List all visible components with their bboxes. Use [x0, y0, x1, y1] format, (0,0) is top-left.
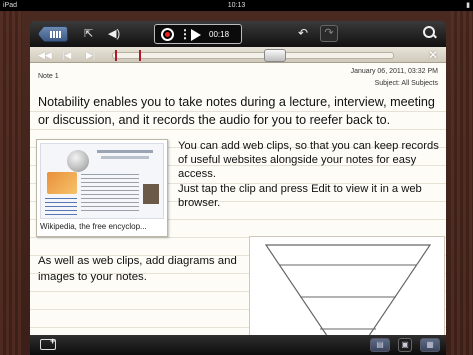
page-button[interactable]: ▣: [398, 338, 412, 352]
note-date: January 06, 2011, 03:32 PM: [350, 68, 438, 75]
status-bar: iPad 10:13 ▮: [0, 0, 473, 11]
page-grid-button[interactable]: ▦: [420, 338, 440, 352]
clip-sidebar-links: [45, 198, 77, 216]
clip-body-lines: [81, 174, 139, 214]
page-layout-button[interactable]: ▤: [370, 338, 390, 352]
scrub-end-marker: [139, 50, 141, 61]
web-clip-text-2: Just tap the clip and press Edit to view…: [178, 182, 422, 209]
diagram-triangle: [264, 244, 432, 335]
scrub-thumb[interactable]: [264, 49, 286, 62]
page-icon: ▣: [401, 340, 409, 349]
ruled-line: [30, 129, 446, 130]
play-icon[interactable]: [191, 29, 201, 41]
audio-scrubber: ◀◀ |◀ ▶| ✕: [30, 47, 446, 63]
scrub-start-marker: [115, 50, 117, 61]
search-icon[interactable]: [423, 26, 437, 40]
page-layout-icon: ▤: [376, 340, 384, 349]
note-title: Note 1: [38, 73, 59, 80]
clip-subheadline: [101, 156, 149, 159]
diagram-image[interactable]: [249, 236, 445, 335]
note-subject: Subject: All Subjects: [374, 80, 438, 87]
forward-icon[interactable]: ▶|: [86, 49, 95, 61]
clip-photo: [143, 184, 159, 204]
web-clip-description: You can add web clips, so that you can k…: [178, 139, 440, 210]
bottom-toolbar: ▤ ▣ ▦: [30, 335, 446, 355]
skip-back-icon[interactable]: ◀◀: [38, 49, 52, 61]
record-icon[interactable]: [161, 28, 174, 41]
diagram-description: As well as web clips, add diagrams and i…: [38, 255, 237, 283]
close-icon[interactable]: ✕: [428, 48, 438, 62]
vertical-dots-icon[interactable]: ⋮: [179, 26, 191, 42]
recording-controls: ⋮ 00:18: [154, 24, 242, 44]
web-clip-caption: Wikipedia, the free encyclop...: [40, 222, 147, 231]
top-toolbar: ⇱ ◀) ⋮ 00:18 ↶ ↷: [30, 21, 446, 47]
redo-icon[interactable]: ↷: [320, 25, 338, 42]
globe-logo-icon: [67, 150, 89, 172]
clip-banner: [47, 172, 77, 194]
notes-list-icon[interactable]: [38, 26, 68, 42]
clock: 10:13: [227, 2, 246, 9]
web-clip-text-1: You can add web clips, so that you can k…: [178, 140, 439, 181]
clip-headline: [97, 150, 153, 153]
battery-icon: ▮: [466, 2, 470, 9]
page-grid-icon: ▦: [426, 340, 434, 349]
rewind-icon[interactable]: |◀: [62, 49, 71, 61]
note-page[interactable]: Note 1 January 06, 2011, 03:32 PM Subjec…: [30, 63, 446, 335]
scrub-track[interactable]: [112, 49, 394, 62]
record-time: 00:18: [209, 30, 230, 39]
web-clip[interactable]: Wikipedia, the free encyclop...: [36, 139, 168, 237]
add-page-icon[interactable]: [40, 336, 56, 350]
triangle-diagram: [264, 244, 432, 335]
intro-text: Notability enables you to take notes dur…: [38, 95, 435, 127]
share-icon[interactable]: ⇱: [84, 27, 93, 41]
web-clip-thumbnail: [40, 143, 164, 219]
undo-icon[interactable]: ↶: [298, 26, 308, 40]
speaker-icon[interactable]: ◀): [108, 27, 120, 41]
